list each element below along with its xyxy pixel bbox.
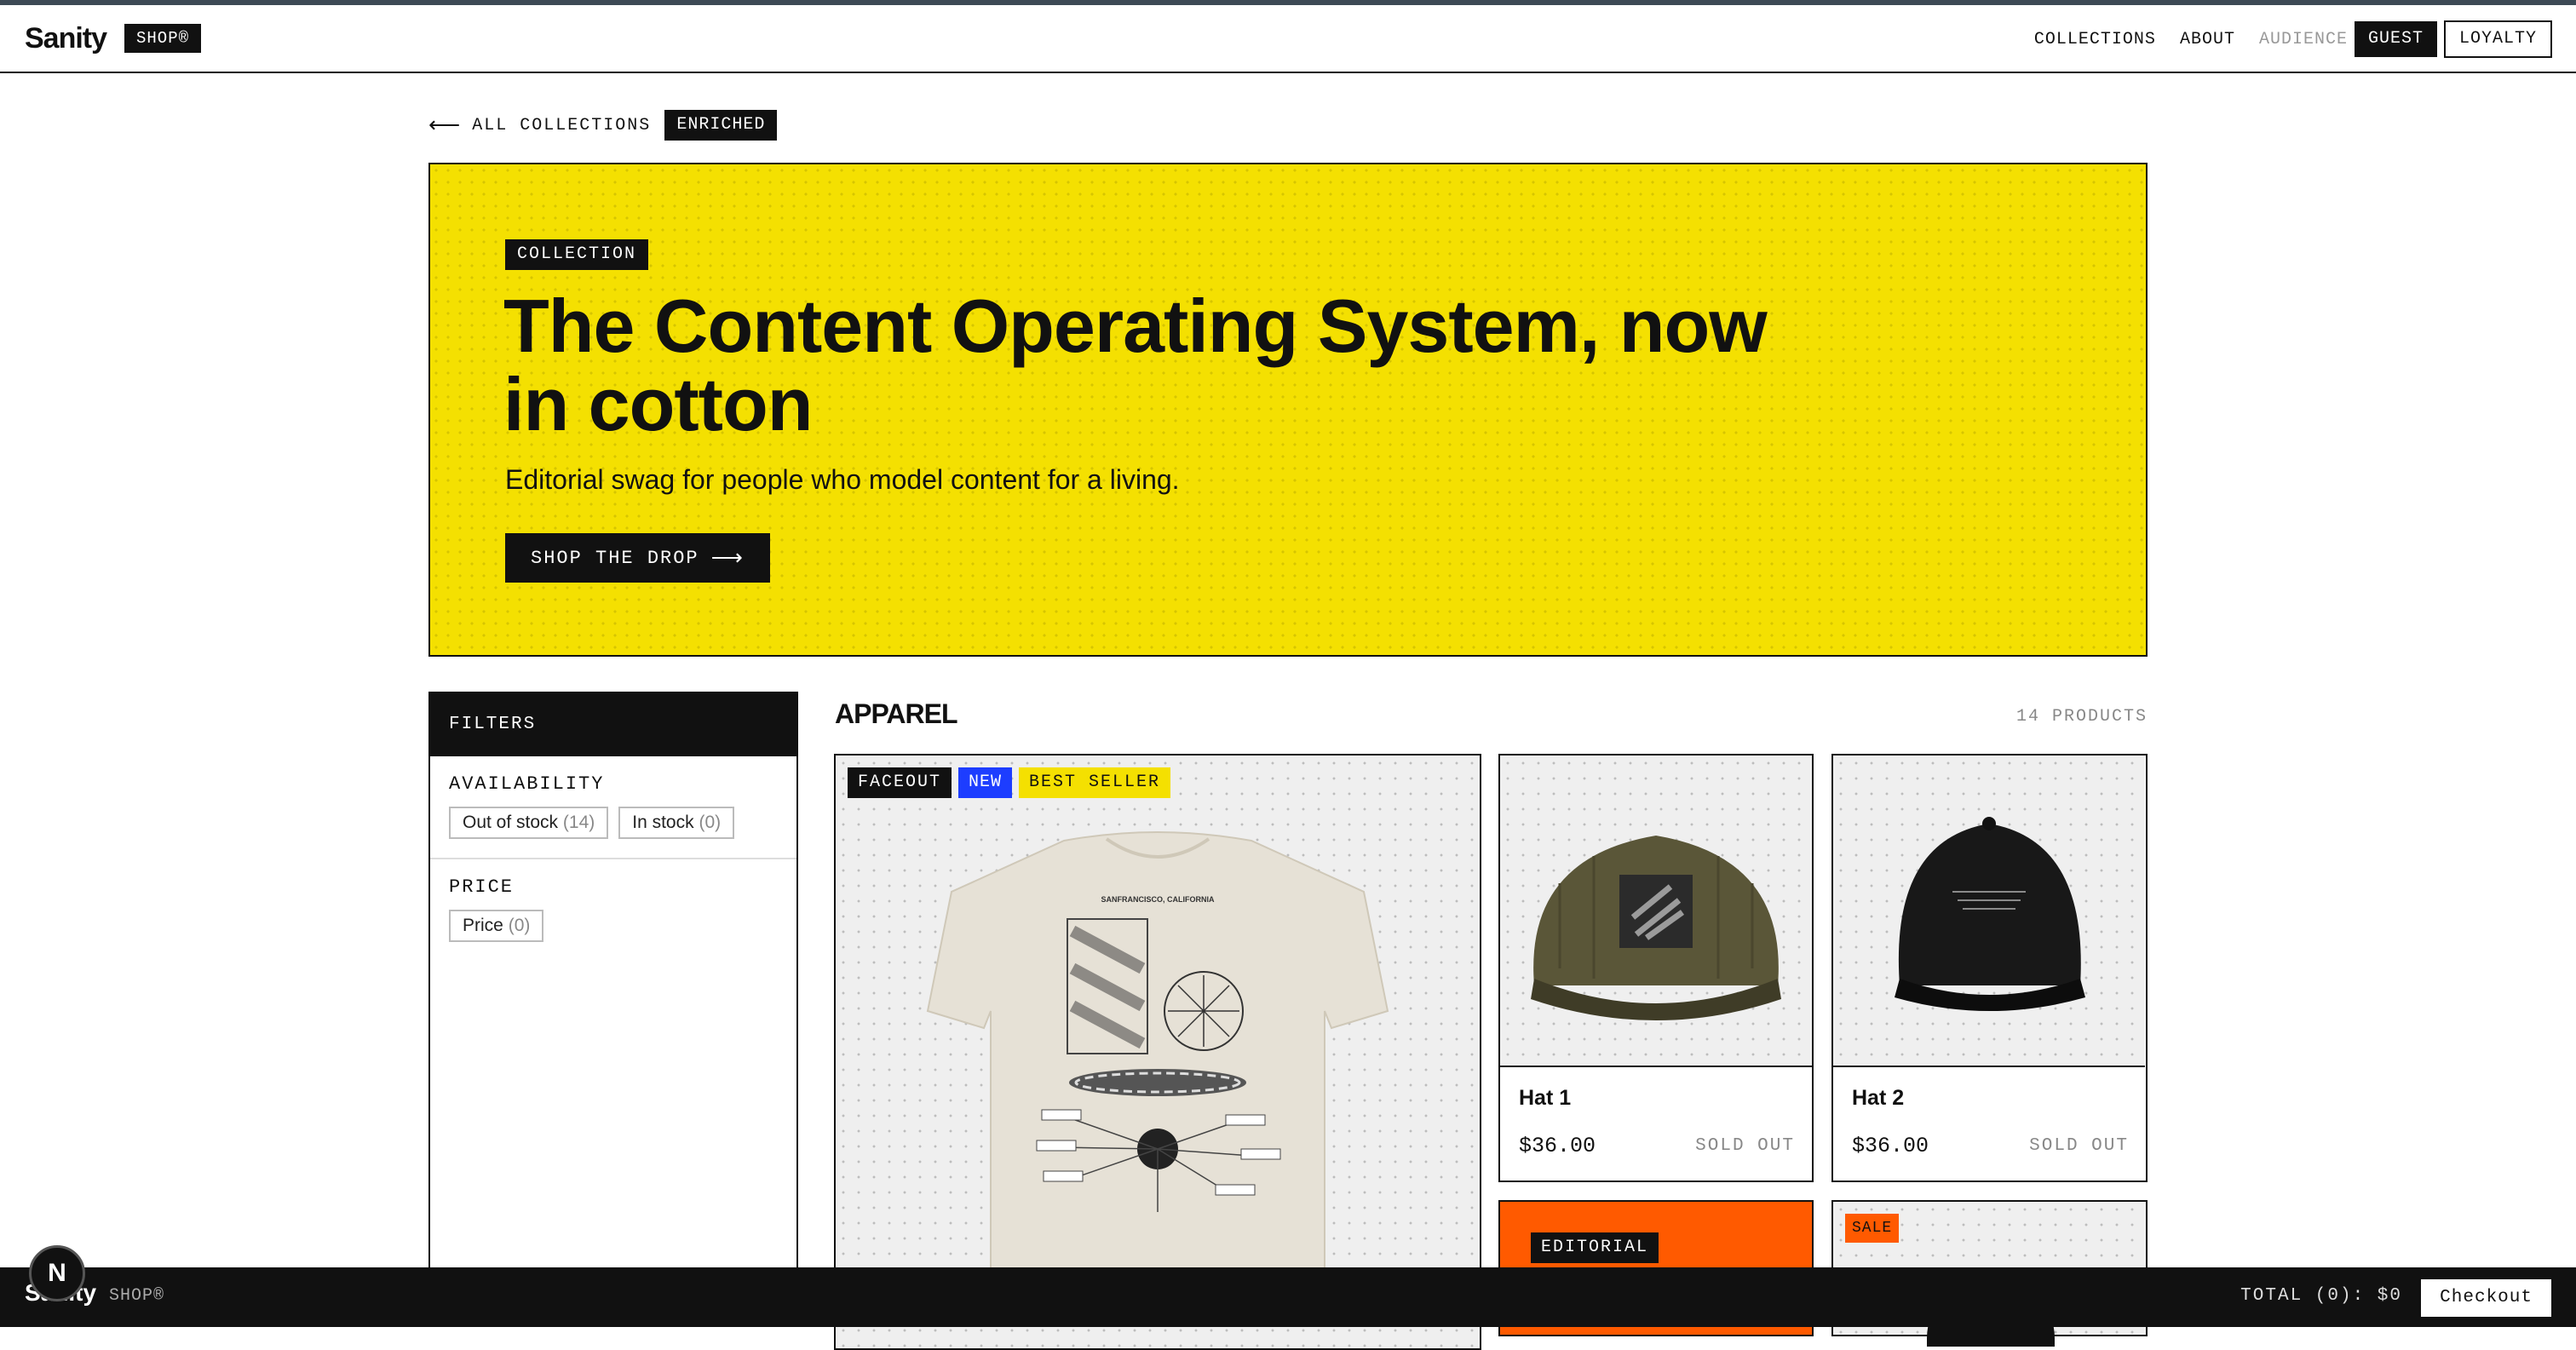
product-price: $36.00 bbox=[1852, 1134, 1929, 1158]
availability-title: AVAILABILITY bbox=[449, 773, 605, 795]
print-header: SANFRANCISCO, CALIFORNIA bbox=[1101, 895, 1215, 904]
hero-banner: COLLECTION The Content Operating System,… bbox=[428, 163, 2148, 657]
all-collections-link[interactable]: ALL COLLECTIONS bbox=[472, 116, 651, 135]
enriched-badge: ENRICHED bbox=[664, 110, 778, 141]
chip-label: In stock bbox=[632, 813, 694, 832]
back-arrow-icon[interactable]: ⟵ bbox=[428, 112, 462, 139]
checkout-button[interactable]: Checkout bbox=[2421, 1279, 2551, 1317]
filters-panel: FILTERS AVAILABILITY Out of stock (14) I… bbox=[428, 692, 798, 1327]
product-name[interactable]: Hat 1 bbox=[1519, 1086, 1571, 1111]
product-card[interactable]: Hat 1 $36.00 SOLD OUT bbox=[1498, 754, 1814, 1182]
availability-filter: AVAILABILITY Out of stock (14) In stock … bbox=[430, 756, 796, 859]
chip-count: (14) bbox=[562, 813, 595, 832]
collection-pill: COLLECTION bbox=[505, 239, 649, 270]
footer-shop-tag: SHOP® bbox=[109, 1286, 165, 1306]
sold-out-label: SOLD OUT bbox=[1695, 1136, 1795, 1156]
filters-header: FILTERS bbox=[430, 693, 796, 756]
badge-faceout: FACEOUT bbox=[848, 767, 952, 798]
olive-cap-icon bbox=[1531, 836, 1781, 1020]
sold-out-label: SOLD OUT bbox=[2029, 1136, 2129, 1156]
brand-logo[interactable]: Sanity bbox=[25, 22, 107, 55]
badge-new: NEW bbox=[958, 767, 1013, 798]
nextjs-dev-icon[interactable]: N bbox=[29, 1245, 85, 1301]
product-name[interactable]: Hat 2 bbox=[1852, 1086, 1904, 1111]
section-title: APPAREL bbox=[835, 698, 958, 729]
black-cap-icon bbox=[1895, 817, 2085, 1011]
audience-label: AUDIENCE bbox=[2258, 29, 2348, 49]
site-header: Sanity SHOP® COLLECTIONS ABOUT AUDIENCE … bbox=[0, 5, 2576, 73]
breadcrumb: ⟵ ALL COLLECTIONS ENRICHED bbox=[428, 110, 778, 141]
product-image bbox=[1833, 755, 2145, 1067]
price-filter: PRICE Price (0) bbox=[430, 859, 796, 961]
nav-collections[interactable]: COLLECTIONS bbox=[2034, 30, 2156, 49]
product-card[interactable]: Hat 2 $36.00 SOLD OUT bbox=[1831, 754, 2148, 1182]
audience-guest-toggle[interactable]: GUEST bbox=[2354, 21, 2437, 57]
badge-sale: SALE bbox=[1845, 1214, 1900, 1243]
badge-best-seller: BEST SELLER bbox=[1019, 767, 1171, 798]
cart-total: TOTAL (0): $0 bbox=[2240, 1286, 2402, 1306]
chip-label: Out of stock bbox=[463, 813, 559, 832]
shop-tag: SHOP® bbox=[124, 24, 202, 53]
product-price: $36.00 bbox=[1519, 1134, 1596, 1158]
cta-label: SHOP THE DROP bbox=[531, 547, 699, 569]
filter-out-of-stock[interactable]: Out of stock (14) bbox=[449, 807, 609, 839]
badge-editorial: EDITORIAL bbox=[1531, 1232, 1659, 1263]
cart-footer-bar: Sanity SHOP® TOTAL (0): $0 Checkout bbox=[0, 1267, 2576, 1327]
featured-badges: FACEOUT NEW BEST SELLER bbox=[848, 767, 1177, 798]
chip-count: (0) bbox=[508, 916, 531, 935]
tshirt-image: SANFRANCISCO, CALIFORNIA bbox=[926, 831, 1389, 1318]
shop-the-drop-button[interactable]: SHOP THE DROP ⟶ bbox=[505, 533, 770, 583]
featured-product-card[interactable]: SANFRANCISCO, CALIFORNIA FACEOUT NEW BES… bbox=[834, 754, 1481, 1350]
product-image bbox=[1500, 755, 1812, 1067]
chip-label: Price bbox=[463, 916, 503, 935]
hero-title: The Content Operating System, now in cot… bbox=[503, 284, 1768, 446]
product-count: 14 PRODUCTS bbox=[2015, 707, 2148, 727]
nav-about[interactable]: ABOUT bbox=[2180, 30, 2235, 49]
main-nav: COLLECTIONS ABOUT AUDIENCE GUEST LOYALTY bbox=[2034, 20, 2552, 58]
price-title: PRICE bbox=[449, 876, 515, 898]
chip-count: (0) bbox=[699, 813, 722, 832]
filter-in-stock[interactable]: In stock (0) bbox=[618, 807, 735, 839]
arrow-right-icon: ⟶ bbox=[710, 545, 745, 572]
filter-price[interactable]: Price (0) bbox=[449, 910, 544, 942]
hero-subtitle: Editorial swag for people who model cont… bbox=[505, 464, 1180, 495]
audience-loyalty-toggle[interactable]: LOYALTY bbox=[2443, 20, 2552, 58]
